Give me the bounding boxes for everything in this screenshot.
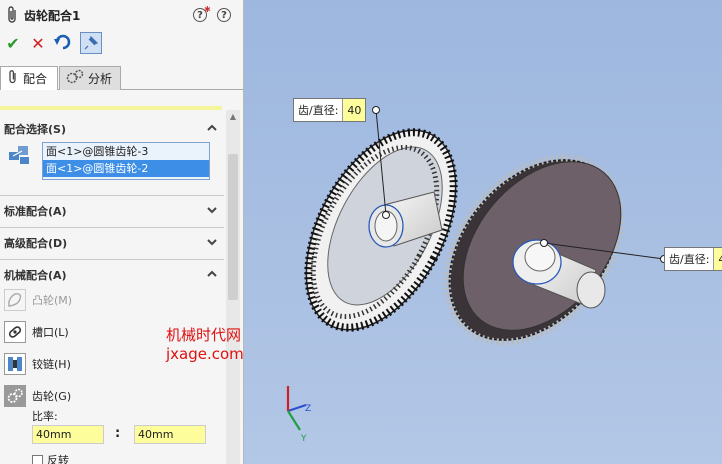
- section-advanced-mates-label: 高级配合(D): [4, 237, 68, 250]
- section-mechanical-mates-label: 机械配合(A): [4, 269, 67, 282]
- callout-right-label: 齿/直径:: [669, 253, 710, 266]
- chevron-down-icon[interactable]: [206, 236, 218, 248]
- graphics-viewport[interactable]: Z Y 齿/直径: 40 齿/直径: 4: [244, 0, 722, 464]
- callout-left-label: 齿/直径:: [298, 104, 339, 117]
- ratio-right-input[interactable]: 40mm: [134, 425, 206, 444]
- coordinate-triad: Z Y: [286, 386, 311, 444]
- axis-y-label: Y: [300, 434, 307, 444]
- divider: [0, 259, 224, 260]
- leader-anchor-top: [372, 106, 380, 114]
- section-standard-mates[interactable]: 标准配合(A): [0, 198, 224, 224]
- mechanical-option-cam[interactable]: 凸轮(M): [4, 287, 72, 313]
- slot-label: 槽口(L): [32, 326, 69, 339]
- mate-selection-list[interactable]: 面<1>@圆锥齿轮-3 面<1>@圆锥齿轮-2: [42, 142, 210, 180]
- tab-mate-label: 配合: [23, 72, 48, 86]
- list-item[interactable]: 面<1>@圆锥齿轮-3: [43, 143, 209, 160]
- leader-anchor-left: [382, 211, 390, 219]
- callout-right-value[interactable]: 4: [713, 248, 722, 270]
- section-advanced-mates[interactable]: 高级配合(D): [0, 230, 224, 256]
- tab-mate[interactable]: 配合: [0, 66, 58, 90]
- mechanical-option-hinge[interactable]: 铰链(H): [4, 351, 71, 377]
- panel-tabs: 配合 分析: [0, 66, 243, 90]
- analysis-gears-icon: [66, 69, 84, 88]
- list-item[interactable]: 面<1>@圆锥齿轮-2: [43, 160, 209, 177]
- reverse-checkbox[interactable]: [32, 454, 43, 464]
- property-manager-panel: 齿轮配合1 ? ✱ ? ✔ ✕ 配合 分析 配合选择(S) 面<1>@圆锥齿轮-…: [0, 0, 244, 464]
- chevron-up-icon[interactable]: [206, 122, 218, 134]
- scroll-thumb[interactable]: [228, 154, 238, 300]
- cancel-x-icon[interactable]: ✕: [27, 32, 49, 54]
- mechanical-option-gear[interactable]: 齿轮(G): [4, 383, 71, 409]
- title-bar: 齿轮配合1 ? ✱ ?: [0, 0, 243, 30]
- leader-anchor-right: [540, 239, 548, 247]
- hinge-label: 铰链(H): [32, 358, 71, 371]
- sparkle-icon: ✱: [204, 5, 211, 14]
- ratio-left-input[interactable]: 40mm: [32, 425, 104, 444]
- panel-title: 齿轮配合1: [24, 8, 81, 23]
- action-bar: ✔ ✕: [0, 30, 243, 56]
- section-mate-selection-label: 配合选择(S): [4, 123, 66, 136]
- divider: [0, 227, 224, 228]
- section-mate-selection[interactable]: 配合选择(S): [0, 116, 224, 142]
- help-icon[interactable]: ?: [217, 8, 231, 22]
- chevron-up-icon[interactable]: [206, 268, 218, 280]
- gear-label: 齿轮(G): [32, 390, 72, 403]
- callout-teeth-diameter-left[interactable]: 齿/直径: 40: [293, 98, 367, 122]
- divider: [0, 195, 224, 196]
- reverse-checkbox-row[interactable]: 反转: [32, 452, 69, 464]
- panel-scrollbar[interactable]: ▲: [226, 110, 240, 464]
- watermark-line1: 机械时代网: [166, 326, 242, 344]
- ratio-separator: :: [115, 426, 121, 441]
- scroll-up-icon[interactable]: ▲: [228, 112, 238, 122]
- mechanical-option-slot[interactable]: 槽口(L): [4, 319, 69, 345]
- axis-z-label: Z: [305, 404, 311, 414]
- watermark-line2: jxage.com: [166, 345, 244, 363]
- reverse-label: 反转: [47, 454, 69, 464]
- ok-check-icon[interactable]: ✔: [2, 32, 24, 54]
- ratio-label: 比率:: [32, 410, 58, 423]
- paperclip-icon: [7, 70, 19, 87]
- undo-icon[interactable]: [52, 32, 74, 54]
- mate-selection-icon: [8, 144, 32, 169]
- hinge-icon: [4, 353, 26, 375]
- tab-analysis[interactable]: 分析: [59, 66, 121, 90]
- gear-assembly-model[interactable]: Z Y: [244, 0, 722, 464]
- watermark-text: 机械时代网 jxage.com: [166, 326, 244, 364]
- keep-visible-pin-icon[interactable]: [80, 32, 102, 54]
- section-standard-mates-label: 标准配合(A): [4, 205, 67, 218]
- cam-icon: [4, 289, 26, 311]
- chevron-down-icon[interactable]: [206, 204, 218, 216]
- message-strip: [0, 106, 222, 110]
- tab-analysis-label: 分析: [88, 72, 113, 86]
- paperclip-icon: [6, 6, 20, 24]
- cam-label: 凸轮(M): [32, 294, 73, 307]
- callout-left-value[interactable]: 40: [342, 99, 366, 121]
- callout-teeth-diameter-right[interactable]: 齿/直径: 4: [664, 247, 722, 271]
- slot-icon: [4, 321, 26, 343]
- section-mechanical-mates[interactable]: 机械配合(A): [0, 262, 224, 288]
- gear-icon: [4, 385, 26, 407]
